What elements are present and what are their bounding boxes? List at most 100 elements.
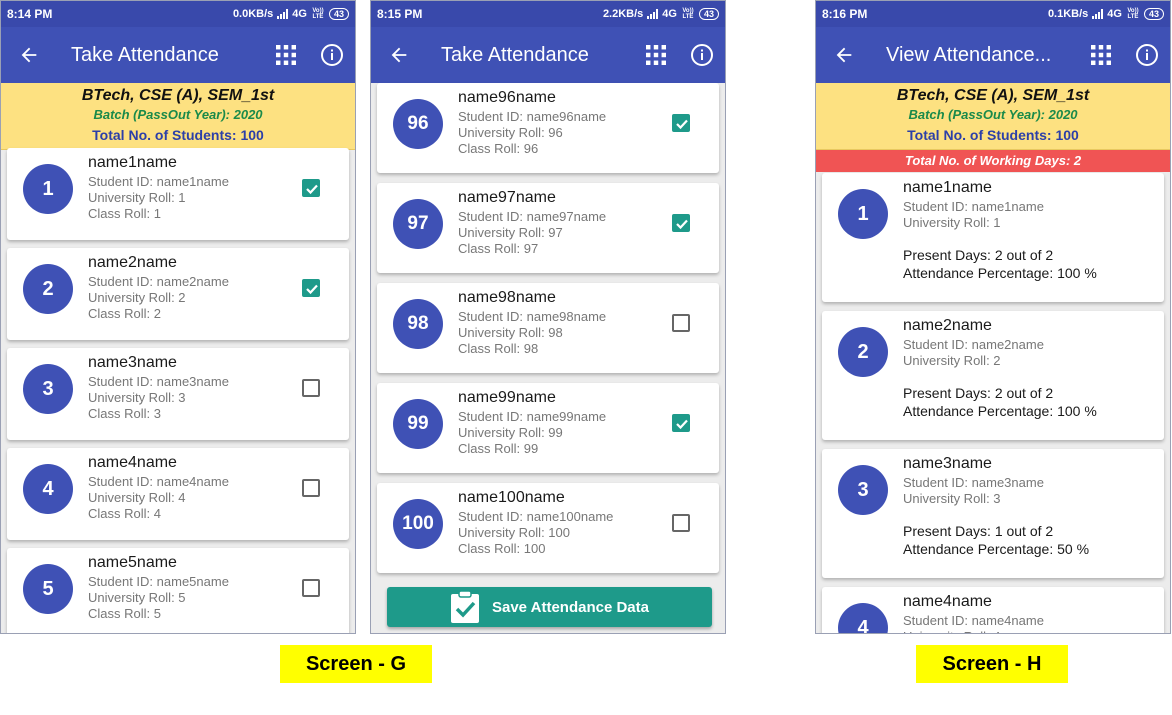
- student-card[interactable]: 2 name2name Student ID: name2name Universit…: [7, 248, 349, 340]
- student-name: name99name: [458, 389, 556, 406]
- info-icon[interactable]: [679, 43, 725, 67]
- student-card[interactable]: 4 name4name Student ID: name4name Universit…: [7, 448, 349, 540]
- student-id: Student ID: name3name: [88, 374, 229, 389]
- university-roll: University Roll: 1: [88, 190, 186, 205]
- student-id: Student ID: name97name: [458, 209, 607, 224]
- student-card[interactable]: 1 name1name Student ID: name1name Universit…: [7, 148, 349, 240]
- student-card[interactable]: 100 name100name Student ID: name100name Uni…: [377, 483, 719, 573]
- page-title: Take Attendance: [441, 43, 589, 66]
- student-id: Student ID: name1name: [903, 199, 1044, 214]
- roll-avatar: 2: [838, 327, 888, 377]
- network-type: 4G: [662, 8, 677, 20]
- back-arrow-icon[interactable]: [816, 44, 872, 66]
- student-id: Student ID: name4name: [88, 474, 229, 489]
- info-icon[interactable]: [1124, 43, 1170, 67]
- working-days-banner: Total No. of Working Days: 2: [816, 150, 1170, 172]
- student-card[interactable]: 96 name96name Student ID: name96name Univer…: [377, 83, 719, 173]
- back-arrow-icon[interactable]: [371, 44, 427, 66]
- student-card[interactable]: 5 name5name Student ID: name5name Universit…: [7, 548, 349, 633]
- student-id: Student ID: name4name: [903, 613, 1044, 628]
- attendance-checkbox[interactable]: [302, 579, 320, 597]
- network-type: 4G: [1107, 8, 1122, 20]
- attendance-checkbox[interactable]: [302, 479, 320, 497]
- screen-take-attendance-end: 8:15 PM 2.2KB/s 4G Vo)) LTE 43 Take Atte…: [370, 0, 726, 634]
- student-name: name4name: [88, 454, 177, 471]
- signal-icon: [277, 9, 289, 19]
- student-id: Student ID: name3name: [903, 475, 1044, 490]
- save-button-label: Save Attendance Data: [491, 598, 649, 616]
- screen-take-attendance-start: 8:14 PM 0.0KB/s 4G Vo)) LTE 43 Take Atte…: [0, 0, 356, 634]
- student-id: Student ID: name5name: [88, 574, 229, 589]
- total-students: Total No. of Students: 100: [92, 127, 264, 143]
- student-id: Student ID: name2name: [903, 337, 1044, 352]
- volte-icon: Vo)) LTE: [312, 8, 324, 20]
- student-card[interactable]: 98 name98name Student ID: name98name Univer…: [377, 283, 719, 373]
- university-roll: University Roll: 1: [903, 215, 1001, 230]
- page-title: Take Attendance: [71, 43, 219, 66]
- volte-icon: Vo)) LTE: [682, 8, 694, 20]
- student-attendance-card[interactable]: 2 name2name Student ID: name2name Universit…: [822, 311, 1164, 440]
- university-roll: University Roll: 4: [903, 629, 1001, 633]
- student-card[interactable]: 3 name3name Student ID: name3name Universit…: [7, 348, 349, 440]
- attendance-checkbox[interactable]: [302, 379, 320, 397]
- roll-avatar: 96: [393, 99, 443, 149]
- university-roll: University Roll: 100: [458, 525, 570, 540]
- class-roll: Class Roll: 4: [88, 506, 161, 521]
- attendance-percentage: Attendance Percentage: 50 %: [903, 541, 1090, 557]
- university-roll: University Roll: 96: [458, 125, 563, 140]
- roll-avatar: 99: [393, 399, 443, 449]
- university-roll: University Roll: 3: [88, 390, 186, 405]
- student-attendance-card[interactable]: 4 name4name Student ID: name4nameUniversit…: [822, 587, 1164, 633]
- attendance-checkbox[interactable]: [672, 114, 690, 132]
- status-time: 8:15 PM: [377, 7, 423, 21]
- grid-icon[interactable]: [633, 45, 679, 65]
- attendance-checkbox[interactable]: [672, 414, 690, 432]
- attendance-checkbox[interactable]: [672, 214, 690, 232]
- status-bar: 8:14 PM 0.0KB/s 4G Vo)) LTE 43: [1, 1, 355, 27]
- attendance-checkbox[interactable]: [672, 514, 690, 532]
- student-name: name3name: [88, 354, 177, 371]
- roll-avatar: 5: [23, 564, 73, 614]
- roll-avatar: 3: [838, 465, 888, 515]
- info-icon[interactable]: [309, 43, 355, 67]
- grid-icon[interactable]: [263, 45, 309, 65]
- student-name: name1name: [88, 154, 177, 171]
- roll-avatar: 2: [23, 264, 73, 314]
- roll-avatar: 3: [23, 364, 73, 414]
- status-time: 8:14 PM: [7, 7, 53, 21]
- student-id: Student ID: name2name: [88, 274, 229, 289]
- student-card[interactable]: 99 name99name Student ID: name99name Univer…: [377, 383, 719, 473]
- present-days: Present Days: 2 out of 2: [903, 247, 1054, 263]
- present-days: Present Days: 1 out of 2: [903, 523, 1054, 539]
- present-days: Present Days: 2 out of 2: [903, 385, 1054, 401]
- student-name: name4name: [903, 593, 992, 610]
- student-attendance-card[interactable]: 1 name1name Student ID: name1name Universit…: [822, 173, 1164, 302]
- net-speed: 0.1KB/s: [1047, 8, 1089, 20]
- battery-icon: 43: [698, 8, 719, 20]
- student-attendance-card[interactable]: 3 name3name Student ID: name3name Universit…: [822, 449, 1164, 578]
- grid-icon[interactable]: [1078, 45, 1124, 65]
- roll-avatar: 4: [23, 464, 73, 514]
- attendance-checkbox[interactable]: [302, 279, 320, 297]
- batch-label: Batch (PassOut Year): 2020: [908, 107, 1078, 122]
- attendance-checkbox[interactable]: [302, 179, 320, 197]
- student-name: name100name: [458, 489, 565, 506]
- status-bar: 8:16 PM 0.1KB/s 4G Vo)) LTE 43: [816, 1, 1170, 27]
- class-roll: Class Roll: 97: [458, 241, 539, 256]
- university-roll: University Roll: 4: [88, 490, 186, 505]
- roll-avatar: 1: [838, 189, 888, 239]
- student-name: name97name: [458, 189, 556, 206]
- app-bar: Take Attendance: [1, 27, 355, 83]
- save-attendance-button[interactable]: Save Attendance Data: [387, 587, 712, 627]
- class-header: BTech, CSE (A), SEM_1st Batch (PassOut Y…: [1, 83, 355, 150]
- back-arrow-icon[interactable]: [1, 44, 57, 66]
- net-speed: 0.0KB/s: [232, 8, 274, 20]
- signal-icon: [647, 9, 659, 19]
- roll-avatar: 97: [393, 199, 443, 249]
- batch-label: Batch (PassOut Year): 2020: [93, 107, 263, 122]
- class-roll: Class Roll: 100: [458, 541, 546, 556]
- student-id: Student ID: name99name: [458, 409, 607, 424]
- class-roll: Class Roll: 98: [458, 341, 539, 356]
- student-card[interactable]: 97 name97name Student ID: name97name Univer…: [377, 183, 719, 273]
- attendance-checkbox[interactable]: [672, 314, 690, 332]
